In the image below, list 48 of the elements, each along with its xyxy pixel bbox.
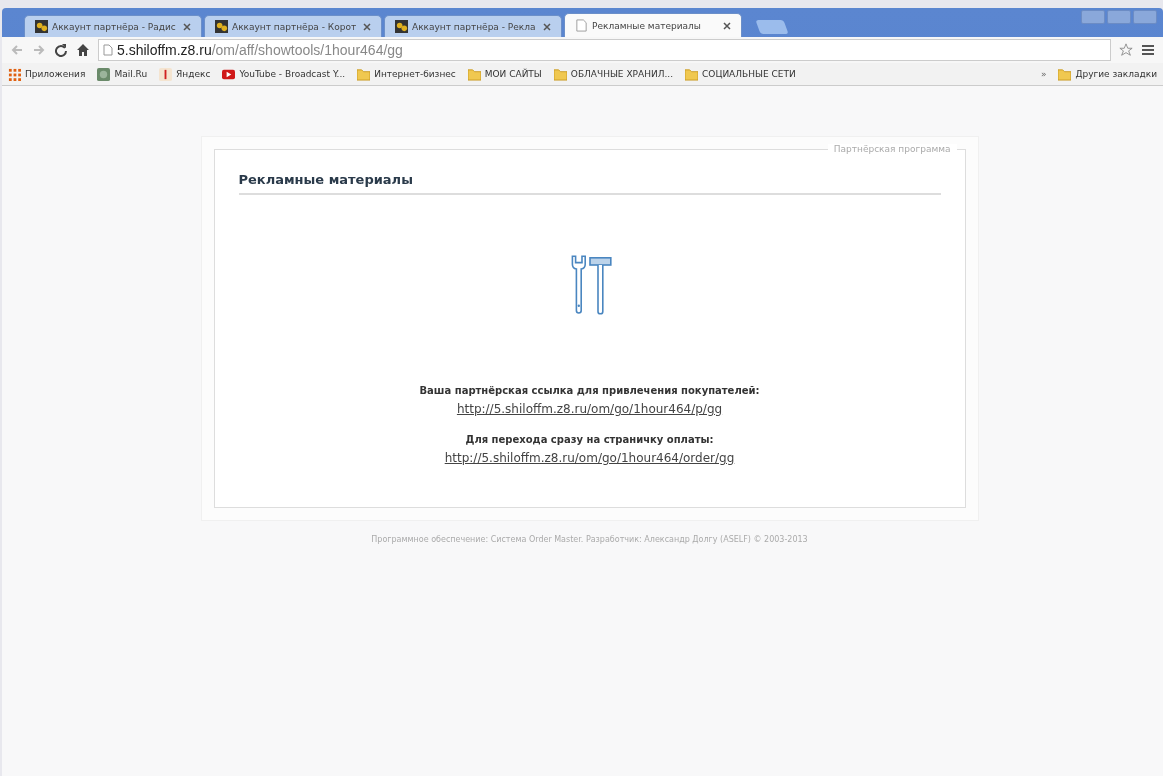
- close-tab-icon[interactable]: [543, 22, 551, 31]
- folder-icon: [553, 67, 567, 81]
- close-tab-icon[interactable]: [723, 21, 731, 30]
- bookmark-item[interactable]: Интернет-бизнес: [357, 67, 456, 81]
- folder-icon: [467, 67, 481, 81]
- affiliate-link[interactable]: http://5.shiloffm.z8.ru/om/go/1hour464/p/gg: [456, 402, 723, 416]
- tab-title: Аккаунт партнёра - Радис: [52, 21, 177, 32]
- browser-tab[interactable]: Аккаунт партнёра - Корот: [204, 15, 382, 37]
- folder-icon: [1058, 67, 1072, 81]
- site-logo-icon: [395, 20, 408, 33]
- bookmark-folder[interactable]: Другие закладки: [1058, 67, 1157, 81]
- tab-title: Аккаунт партнёра - Рекла: [412, 21, 537, 32]
- site-logo-icon: [35, 20, 48, 33]
- page-icon: [103, 44, 113, 56]
- address-field[interactable]: 5.shiloffm.z8.ru/om/aff/showtools/1hour464/gg: [98, 39, 1111, 61]
- reload-icon[interactable]: [54, 43, 68, 57]
- close-tab-icon[interactable]: [363, 22, 371, 31]
- play-icon: [222, 67, 236, 81]
- home-icon[interactable]: [76, 43, 90, 57]
- star-icon[interactable]: [1119, 43, 1133, 57]
- folder-icon: [357, 67, 371, 81]
- bookmark-item[interactable]: СОЦИАЛЬНЫЕ СЕТИ: [685, 67, 796, 81]
- browser-tab[interactable]: Рекламные материалы: [564, 13, 742, 37]
- bookmark-item[interactable]: МОИ САЙТЫ: [467, 67, 542, 81]
- footer-text: Программное обеспечение: Система Order Master. Разработчик: Александр Долгу (ASELF) © 2003-2013: [371, 535, 808, 544]
- site-logo-icon: [97, 67, 111, 81]
- page-icon: [575, 19, 588, 32]
- bookmark-item[interactable]: Mail.Ru: [97, 67, 148, 81]
- page-heading: Рекламные материалы: [238, 172, 941, 195]
- folder-icon: [685, 67, 699, 81]
- browser-tab[interactable]: Аккаунт партнёра - Радис: [24, 15, 202, 37]
- more-bookmarks-button[interactable]: »: [1040, 69, 1047, 79]
- bookmark-item[interactable]: Приложения: [8, 67, 86, 81]
- affiliate-link[interactable]: http://5.shiloffm.z8.ru/om/go/1hour464/order/gg: [444, 451, 735, 465]
- browser-tab[interactable]: Аккаунт партнёра - Рекла: [384, 15, 562, 37]
- apps-grid-icon: [8, 67, 21, 81]
- menu-icon[interactable]: [1141, 43, 1155, 57]
- tab-title: Рекламные материалы: [592, 20, 702, 31]
- close-tab-icon[interactable]: [183, 22, 191, 31]
- tab-title: Аккаунт партнёра - Корот: [232, 21, 358, 32]
- bookmark-item[interactable]: Яндекс: [159, 67, 211, 81]
- section-legend: Партнёрская программа: [827, 144, 957, 154]
- link-caption: Для перехода сразу на страничку оплаты:: [465, 434, 714, 445]
- bookmark-item[interactable]: YouTube - Broadcast Y...: [222, 67, 346, 81]
- link-caption: Ваша партнёрская ссылка для привлечения покупателей:: [419, 385, 760, 396]
- site-logo-icon: [215, 20, 228, 33]
- bookmark-item[interactable]: ОБЛАЧНЫЕ ХРАНИЛ...: [553, 67, 674, 81]
- site-logo-icon: [159, 67, 173, 81]
